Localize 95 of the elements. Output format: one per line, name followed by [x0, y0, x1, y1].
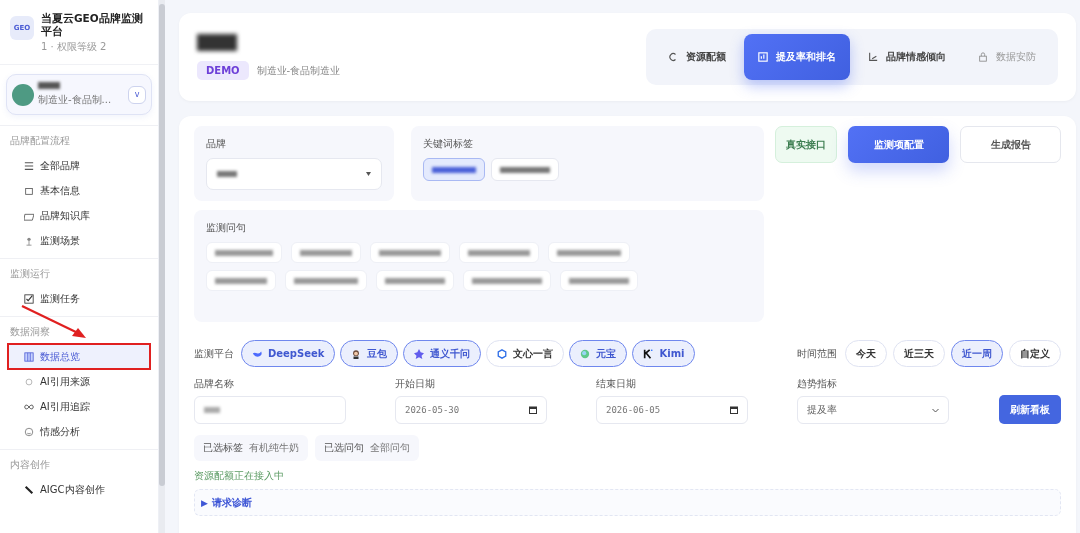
question-chip[interactable]	[206, 242, 282, 263]
chevron-down-icon	[366, 172, 371, 176]
axis-icon	[868, 52, 878, 62]
question-chip[interactable]	[291, 242, 361, 263]
section-label: 数据洞察	[9, 325, 51, 340]
brand-card[interactable]: 制造业-食品制... v	[6, 74, 152, 116]
refresh-button[interactable]: 刷新看板	[999, 395, 1061, 424]
brand-name-field[interactable]	[194, 396, 346, 424]
brand-select[interactable]	[206, 158, 382, 190]
pen-icon	[24, 484, 34, 495]
nav-item[interactable]: 基本信息	[8, 178, 150, 204]
chevron-down-icon	[932, 407, 939, 413]
question-chip[interactable]	[459, 242, 539, 263]
nav-item[interactable]: 全部品牌	[8, 153, 150, 179]
demo-badge: DEMO	[197, 61, 249, 80]
field-label: 品牌名称	[194, 377, 235, 391]
metric-select[interactable]: 提及率	[797, 396, 949, 424]
annotation-arrow	[20, 304, 88, 340]
brand-avatar	[12, 83, 34, 106]
question-chip[interactable]	[370, 242, 450, 263]
section-label: 品牌配置流程	[9, 134, 71, 149]
person-icon	[24, 235, 34, 246]
nav-item[interactable]: AI引用来源	[8, 369, 150, 395]
tab[interactable]: 资源配额	[654, 34, 740, 80]
time-range-option[interactable]: 近一周	[951, 340, 1003, 367]
status-text: 资源配额正在接入中	[194, 469, 285, 483]
end-date-field[interactable]: 2026-06-05	[596, 396, 748, 424]
platform-label: 监测平台	[194, 346, 234, 361]
grid-icon	[24, 351, 34, 362]
summary-value: 有机纯牛奶	[249, 441, 299, 455]
keyword-tag[interactable]	[423, 158, 485, 181]
blurred-text	[197, 34, 237, 51]
platform-toggle[interactable]: 元宝	[569, 340, 628, 367]
tab[interactable]: 提及率和排名	[744, 34, 850, 80]
calendar-icon	[529, 406, 537, 414]
nav-item[interactable]: 监测场景	[8, 228, 150, 254]
brand-industry: 制造业-食品制...	[38, 93, 112, 108]
field-label: 开始日期	[395, 377, 436, 391]
field-label: 品牌	[206, 137, 227, 151]
question-chip[interactable]	[285, 270, 367, 291]
hexagon-icon	[497, 348, 508, 359]
square-icon	[24, 185, 34, 196]
time-range-label: 时间范围	[797, 346, 837, 361]
api-status-button[interactable]: 真实接口	[775, 126, 837, 163]
summary-label: 已选问句	[324, 441, 364, 455]
nav-item[interactable]: 数据总览	[8, 344, 150, 370]
user-role: 1 · 权限等级 2	[41, 40, 108, 55]
lock-icon	[978, 52, 988, 62]
platform-toggle[interactable]: Kimi	[632, 340, 696, 367]
nav-item[interactable]: 品牌知识库	[8, 203, 150, 229]
time-range-option[interactable]: 今天	[845, 340, 887, 367]
nav-item[interactable]: AIGC内容创作	[8, 477, 150, 503]
tab[interactable]: 品牌情感倾向	[854, 34, 960, 80]
section-label: 内容创作	[9, 458, 51, 473]
action-button[interactable]: 监测项配置	[848, 126, 949, 163]
question-chip[interactable]	[548, 242, 630, 263]
platform-toggle[interactable]: DeepSeek	[241, 340, 336, 367]
nav-item[interactable]: 情感分析	[8, 419, 150, 445]
avatar-icon	[351, 348, 362, 359]
nav-item[interactable]: 监测任务	[8, 286, 150, 312]
check-icon	[24, 293, 34, 304]
orb-icon	[580, 348, 591, 359]
calendar-icon	[730, 406, 738, 414]
diagnostics-toggle[interactable]: ▶ 请求诊断	[194, 489, 1061, 516]
question-chip[interactable]	[206, 270, 276, 291]
industry-text: 制造业-食品制造业	[256, 63, 341, 78]
question-chip[interactable]	[463, 270, 551, 291]
platform-toggle[interactable]: 通义千问	[403, 340, 482, 367]
start-date-field[interactable]: 2026-05-30	[395, 396, 547, 424]
blurred-text	[38, 82, 60, 90]
smile-icon	[24, 426, 34, 437]
field-label: 趋势指标	[797, 377, 838, 391]
list-icon	[24, 160, 34, 171]
action-button[interactable]: 生成报告	[960, 126, 1061, 163]
scrollbar-thumb[interactable]	[159, 4, 165, 486]
circle-icon	[24, 376, 34, 387]
k-icon	[643, 348, 654, 359]
refresh-icon	[668, 52, 678, 62]
platform-toggle[interactable]: 豆包	[340, 340, 399, 367]
star-icon	[414, 348, 425, 359]
summary-label: 已选标签	[203, 441, 243, 455]
nav-item[interactable]: AI引用追踪	[8, 394, 150, 420]
field-label: 关键词标签	[423, 137, 474, 151]
platform-toggle[interactable]: 文心一言	[486, 340, 565, 367]
app-title: 当夏云GEO品牌监测平台	[41, 12, 144, 38]
question-chip[interactable]	[376, 270, 454, 291]
field-label: 结束日期	[596, 377, 637, 391]
brand-switch-button[interactable]: v	[128, 85, 146, 104]
time-range-option[interactable]: 自定义	[1009, 340, 1061, 367]
time-range-option[interactable]: 近三天	[893, 340, 945, 367]
question-chip[interactable]	[560, 270, 638, 291]
section-label: 监测运行	[9, 267, 51, 282]
summary-value: 全部问句	[370, 441, 410, 455]
field-label: 监测问句	[206, 221, 247, 235]
chart-icon	[758, 52, 768, 62]
